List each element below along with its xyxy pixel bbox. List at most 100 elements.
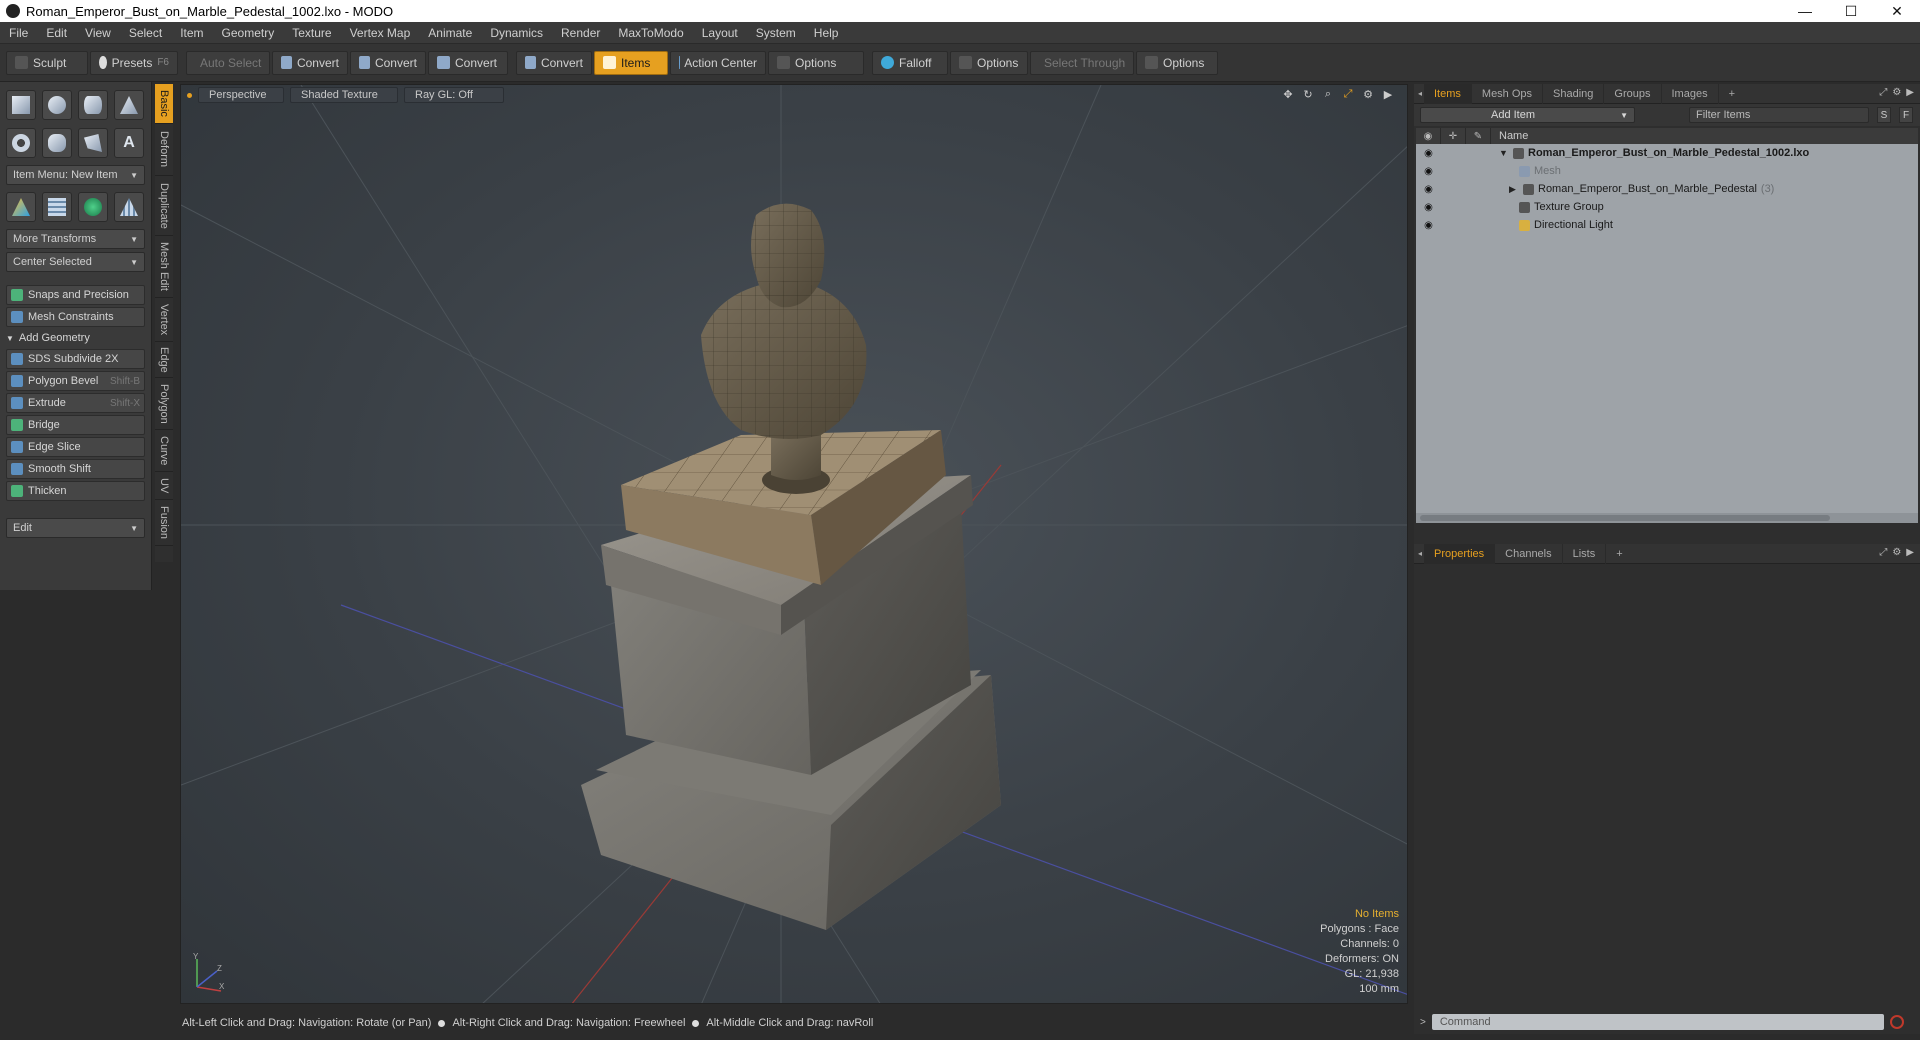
capsule-primitive-button[interactable] <box>42 128 72 158</box>
cube-primitive-button[interactable] <box>6 90 36 120</box>
add-item-dropdown[interactable]: Add Item ▼ <box>1420 107 1635 123</box>
items-mode-button[interactable]: Items <box>594 50 668 75</box>
tab-deform[interactable]: Deform <box>155 124 173 176</box>
transform-button[interactable] <box>6 192 36 222</box>
edit-dropdown[interactable]: Edit ▼ <box>6 518 145 538</box>
menu-select[interactable]: Select <box>120 22 171 44</box>
menu-dynamics[interactable]: Dynamics <box>481 22 552 44</box>
tab-groups[interactable]: Groups <box>1604 83 1662 104</box>
rotate-icon[interactable]: ↻ <box>1301 87 1315 101</box>
menu-system[interactable]: System <box>747 22 805 44</box>
perspective-button[interactable]: Perspective <box>198 87 284 103</box>
eye-icon[interactable]: ◉ <box>1416 220 1441 231</box>
tab-items[interactable]: Items <box>1424 83 1472 104</box>
tab-vertex[interactable]: Vertex <box>155 298 173 342</box>
eye-icon[interactable]: ◉ <box>1416 184 1441 195</box>
tab-edge[interactable]: Edge <box>155 342 173 378</box>
scrollbar-thumb[interactable] <box>1420 515 1830 521</box>
zoom-icon[interactable]: ⌕ <box>1321 87 1335 101</box>
render-column-icon[interactable]: ✎ <box>1466 128 1491 144</box>
smooth-shift-button[interactable]: Smooth Shift <box>6 459 145 479</box>
visibility-column-icon[interactable]: ◉ <box>1416 128 1441 144</box>
tab-fusion[interactable]: Fusion <box>155 500 173 546</box>
tab-mesh-ops[interactable]: Mesh Ops <box>1472 83 1544 104</box>
item-row-texture-group[interactable]: ◉ Texture Group <box>1416 198 1918 216</box>
add-geometry-section[interactable]: ▼ Add Geometry <box>6 329 145 347</box>
tab-uv[interactable]: UV <box>155 472 173 500</box>
filter-f-button[interactable]: F <box>1899 107 1913 123</box>
falloff-button[interactable]: Falloff <box>872 50 948 75</box>
action-center-button[interactable]: Action Center <box>670 50 766 75</box>
bridge-button[interactable]: Bridge <box>6 415 145 435</box>
shading-mode-button[interactable]: Shaded Texture <box>290 87 398 103</box>
pen-tool-button[interactable] <box>78 128 108 158</box>
snaps-precision-button[interactable]: Snaps and Precision <box>6 285 145 305</box>
extrude-button[interactable]: Extrude Shift-X <box>6 393 145 413</box>
grid-button[interactable] <box>42 192 72 222</box>
torus-primitive-button[interactable] <box>6 128 36 158</box>
item-row-mesh[interactable]: ◉ Mesh <box>1416 162 1918 180</box>
center-selected-dropdown[interactable]: Center Selected ▼ <box>6 252 145 272</box>
pyramid-button[interactable] <box>114 192 144 222</box>
world-button[interactable] <box>78 192 108 222</box>
cylinder-primitive-button[interactable] <box>78 90 108 120</box>
tab-curve[interactable]: Curve <box>155 430 173 472</box>
item-menu-dropdown[interactable]: Item Menu: New Item ▼ <box>6 165 145 185</box>
play-arrow-icon[interactable]: ▶ <box>1381 87 1395 101</box>
mesh-constraints-button[interactable]: Mesh Constraints <box>6 307 145 327</box>
maximize-button[interactable]: ☐ <box>1828 0 1874 22</box>
options-button-2[interactable]: Options <box>950 50 1028 75</box>
convert-button-2[interactable]: Convert <box>350 50 426 75</box>
gear-icon[interactable]: ⚙ <box>1361 87 1375 101</box>
auto-select-button[interactable]: Auto Select <box>186 50 270 75</box>
menu-texture[interactable]: Texture <box>283 22 340 44</box>
tab-basic[interactable]: Basic <box>155 84 173 124</box>
viewport-menu-dot[interactable] <box>187 92 192 98</box>
menu-animate[interactable]: Animate <box>419 22 481 44</box>
menu-file[interactable]: File <box>0 22 37 44</box>
gear-icon[interactable]: ⚙ <box>1892 87 1901 98</box>
eye-icon[interactable]: ◉ <box>1416 202 1441 213</box>
convert-button-1[interactable]: Convert <box>272 50 348 75</box>
menu-layout[interactable]: Layout <box>693 22 747 44</box>
sculpt-button[interactable]: Sculpt <box>6 50 88 75</box>
tab-shading[interactable]: Shading <box>1543 83 1605 104</box>
expand-triangle-icon[interactable]: ▼ <box>1499 148 1509 158</box>
cone-primitive-button[interactable] <box>114 90 144 120</box>
menu-view[interactable]: View <box>76 22 120 44</box>
filter-items-input[interactable]: Filter Items <box>1689 107 1869 123</box>
menu-geometry[interactable]: Geometry <box>213 22 284 44</box>
add-tab-icon[interactable]: + <box>1606 544 1632 564</box>
menu-help[interactable]: Help <box>805 22 848 44</box>
add-tab-icon[interactable]: + <box>1719 84 1745 104</box>
lock-column-icon[interactable]: ✛ <box>1441 128 1466 144</box>
edge-slice-button[interactable]: Edge Slice <box>6 437 145 457</box>
tab-polygon[interactable]: Polygon <box>155 378 173 430</box>
item-row-directional-light[interactable]: ◉ Directional Light <box>1416 216 1918 234</box>
menu-item[interactable]: Item <box>171 22 212 44</box>
sds-subdivide-button[interactable]: SDS Subdivide 2X <box>6 349 145 369</box>
more-transforms-dropdown[interactable]: More Transforms ▼ <box>6 229 145 249</box>
name-column-header[interactable]: Name <box>1491 130 1528 142</box>
expand-icon[interactable]: ⤢ <box>1879 547 1887 558</box>
thicken-button[interactable]: Thicken <box>6 481 145 501</box>
polygon-bevel-button[interactable]: Polygon Bevel Shift-B <box>6 371 145 391</box>
options-button-3[interactable]: Options <box>1136 50 1218 75</box>
tab-mesh-edit[interactable]: Mesh Edit <box>155 236 173 298</box>
pan-icon[interactable]: ✥ <box>1281 87 1295 101</box>
item-row-group[interactable]: ◉ ▶ Roman_Emperor_Bust_on_Marble_Pedestal… <box>1416 180 1918 198</box>
fit-icon[interactable]: ⤢ <box>1341 87 1355 101</box>
menu-edit[interactable]: Edit <box>37 22 76 44</box>
menu-render[interactable]: Render <box>552 22 609 44</box>
minimize-button[interactable]: — <box>1782 0 1828 22</box>
gear-icon[interactable]: ⚙ <box>1892 547 1901 558</box>
item-row-scene[interactable]: ◉ ▼ Roman_Emperor_Bust_on_Marble_Pedestal… <box>1416 144 1918 162</box>
expand-triangle-icon[interactable]: ▶ <box>1509 184 1519 195</box>
close-button[interactable]: ✕ <box>1874 0 1920 22</box>
tab-lists[interactable]: Lists <box>1563 543 1607 564</box>
menu-maxtomodo[interactable]: MaxToModo <box>609 22 692 44</box>
select-through-button[interactable]: Select Through <box>1030 50 1134 75</box>
text-tool-button[interactable]: A <box>114 128 144 158</box>
tab-duplicate[interactable]: Duplicate <box>155 176 173 236</box>
command-input[interactable]: Command <box>1431 1014 1884 1030</box>
